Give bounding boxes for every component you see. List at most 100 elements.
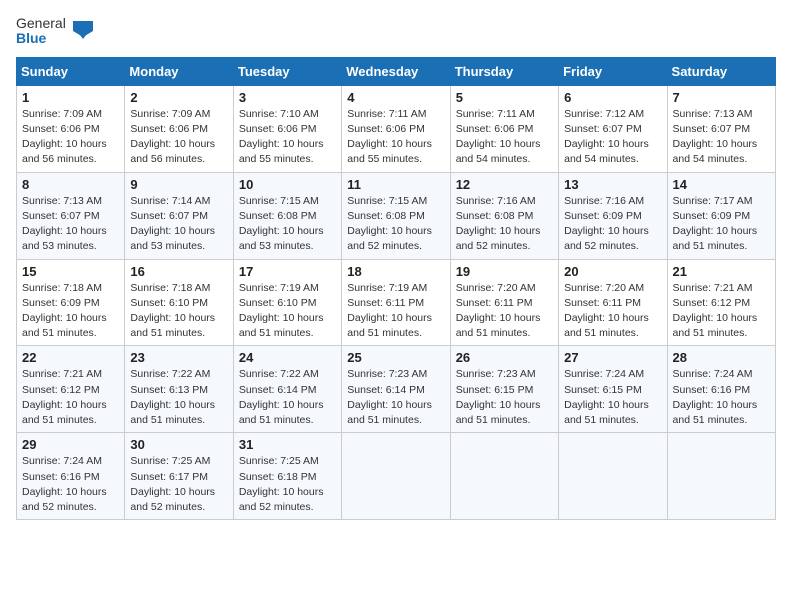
- calendar-cell: 27 Sunrise: 7:24 AM Sunset: 6:15 PM Dayl…: [559, 346, 667, 433]
- calendar-cell: 18 Sunrise: 7:19 AM Sunset: 6:11 PM Dayl…: [342, 259, 450, 346]
- day-number: 19: [456, 264, 553, 279]
- calendar-cell: 13 Sunrise: 7:16 AM Sunset: 6:09 PM Dayl…: [559, 172, 667, 259]
- day-number: 28: [673, 350, 770, 365]
- day-info: Sunrise: 7:14 AM Sunset: 6:07 PM Dayligh…: [130, 194, 227, 255]
- day-info: Sunrise: 7:22 AM Sunset: 6:13 PM Dayligh…: [130, 367, 227, 428]
- day-number: 17: [239, 264, 336, 279]
- day-number: 18: [347, 264, 444, 279]
- day-number: 25: [347, 350, 444, 365]
- day-info: Sunrise: 7:25 AM Sunset: 6:17 PM Dayligh…: [130, 454, 227, 515]
- calendar-cell: 4 Sunrise: 7:11 AM Sunset: 6:06 PM Dayli…: [342, 85, 450, 172]
- calendar-table: SundayMondayTuesdayWednesdayThursdayFrid…: [16, 57, 776, 520]
- day-number: 22: [22, 350, 119, 365]
- day-number: 26: [456, 350, 553, 365]
- day-number: 16: [130, 264, 227, 279]
- day-info: Sunrise: 7:16 AM Sunset: 6:08 PM Dayligh…: [456, 194, 553, 255]
- day-number: 1: [22, 90, 119, 105]
- day-number: 21: [673, 264, 770, 279]
- calendar-cell: 2 Sunrise: 7:09 AM Sunset: 6:06 PM Dayli…: [125, 85, 233, 172]
- day-info: Sunrise: 7:20 AM Sunset: 6:11 PM Dayligh…: [564, 281, 661, 342]
- day-number: 30: [130, 437, 227, 452]
- day-number: 10: [239, 177, 336, 192]
- day-number: 27: [564, 350, 661, 365]
- weekday-header-friday: Friday: [559, 57, 667, 85]
- day-info: Sunrise: 7:24 AM Sunset: 6:16 PM Dayligh…: [673, 367, 770, 428]
- calendar-cell: 19 Sunrise: 7:20 AM Sunset: 6:11 PM Dayl…: [450, 259, 558, 346]
- day-number: 31: [239, 437, 336, 452]
- calendar-cell: 29 Sunrise: 7:24 AM Sunset: 6:16 PM Dayl…: [17, 433, 125, 520]
- calendar-cell: 31 Sunrise: 7:25 AM Sunset: 6:18 PM Dayl…: [233, 433, 341, 520]
- calendar-cell: 9 Sunrise: 7:14 AM Sunset: 6:07 PM Dayli…: [125, 172, 233, 259]
- weekday-header-saturday: Saturday: [667, 57, 775, 85]
- calendar-cell: 21 Sunrise: 7:21 AM Sunset: 6:12 PM Dayl…: [667, 259, 775, 346]
- calendar-cell: [559, 433, 667, 520]
- day-number: 23: [130, 350, 227, 365]
- weekday-header-wednesday: Wednesday: [342, 57, 450, 85]
- calendar-cell: 10 Sunrise: 7:15 AM Sunset: 6:08 PM Dayl…: [233, 172, 341, 259]
- day-info: Sunrise: 7:09 AM Sunset: 6:06 PM Dayligh…: [130, 107, 227, 168]
- calendar-cell: 25 Sunrise: 7:23 AM Sunset: 6:14 PM Dayl…: [342, 346, 450, 433]
- day-info: Sunrise: 7:19 AM Sunset: 6:11 PM Dayligh…: [347, 281, 444, 342]
- day-info: Sunrise: 7:18 AM Sunset: 6:10 PM Dayligh…: [130, 281, 227, 342]
- day-number: 5: [456, 90, 553, 105]
- calendar-cell: 8 Sunrise: 7:13 AM Sunset: 6:07 PM Dayli…: [17, 172, 125, 259]
- calendar-cell: 7 Sunrise: 7:13 AM Sunset: 6:07 PM Dayli…: [667, 85, 775, 172]
- day-number: 8: [22, 177, 119, 192]
- day-number: 4: [347, 90, 444, 105]
- calendar-cell: 12 Sunrise: 7:16 AM Sunset: 6:08 PM Dayl…: [450, 172, 558, 259]
- day-info: Sunrise: 7:11 AM Sunset: 6:06 PM Dayligh…: [456, 107, 553, 168]
- day-info: Sunrise: 7:23 AM Sunset: 6:14 PM Dayligh…: [347, 367, 444, 428]
- day-info: Sunrise: 7:13 AM Sunset: 6:07 PM Dayligh…: [673, 107, 770, 168]
- weekday-header-sunday: Sunday: [17, 57, 125, 85]
- calendar-cell: 24 Sunrise: 7:22 AM Sunset: 6:14 PM Dayl…: [233, 346, 341, 433]
- logo-blue-text: Blue: [16, 31, 66, 46]
- calendar-cell: 16 Sunrise: 7:18 AM Sunset: 6:10 PM Dayl…: [125, 259, 233, 346]
- day-number: 15: [22, 264, 119, 279]
- day-info: Sunrise: 7:24 AM Sunset: 6:15 PM Dayligh…: [564, 367, 661, 428]
- calendar-cell: 23 Sunrise: 7:22 AM Sunset: 6:13 PM Dayl…: [125, 346, 233, 433]
- logo-arrow-icon: [73, 17, 93, 45]
- calendar-cell: 30 Sunrise: 7:25 AM Sunset: 6:17 PM Dayl…: [125, 433, 233, 520]
- day-number: 2: [130, 90, 227, 105]
- calendar-cell: 14 Sunrise: 7:17 AM Sunset: 6:09 PM Dayl…: [667, 172, 775, 259]
- calendar-cell: 20 Sunrise: 7:20 AM Sunset: 6:11 PM Dayl…: [559, 259, 667, 346]
- day-number: 7: [673, 90, 770, 105]
- day-info: Sunrise: 7:12 AM Sunset: 6:07 PM Dayligh…: [564, 107, 661, 168]
- day-info: Sunrise: 7:15 AM Sunset: 6:08 PM Dayligh…: [239, 194, 336, 255]
- logo-general-text: General: [16, 16, 66, 31]
- calendar-cell: 6 Sunrise: 7:12 AM Sunset: 6:07 PM Dayli…: [559, 85, 667, 172]
- day-number: 29: [22, 437, 119, 452]
- day-info: Sunrise: 7:21 AM Sunset: 6:12 PM Dayligh…: [22, 367, 119, 428]
- calendar-cell: 26 Sunrise: 7:23 AM Sunset: 6:15 PM Dayl…: [450, 346, 558, 433]
- day-info: Sunrise: 7:09 AM Sunset: 6:06 PM Dayligh…: [22, 107, 119, 168]
- calendar-cell: [450, 433, 558, 520]
- calendar-cell: 15 Sunrise: 7:18 AM Sunset: 6:09 PM Dayl…: [17, 259, 125, 346]
- day-number: 14: [673, 177, 770, 192]
- day-info: Sunrise: 7:16 AM Sunset: 6:09 PM Dayligh…: [564, 194, 661, 255]
- weekday-header-thursday: Thursday: [450, 57, 558, 85]
- day-info: Sunrise: 7:15 AM Sunset: 6:08 PM Dayligh…: [347, 194, 444, 255]
- day-number: 3: [239, 90, 336, 105]
- calendar-cell: 17 Sunrise: 7:19 AM Sunset: 6:10 PM Dayl…: [233, 259, 341, 346]
- calendar-cell: 28 Sunrise: 7:24 AM Sunset: 6:16 PM Dayl…: [667, 346, 775, 433]
- calendar-cell: 22 Sunrise: 7:21 AM Sunset: 6:12 PM Dayl…: [17, 346, 125, 433]
- day-number: 12: [456, 177, 553, 192]
- day-number: 11: [347, 177, 444, 192]
- day-info: Sunrise: 7:13 AM Sunset: 6:07 PM Dayligh…: [22, 194, 119, 255]
- calendar-cell: 3 Sunrise: 7:10 AM Sunset: 6:06 PM Dayli…: [233, 85, 341, 172]
- day-info: Sunrise: 7:18 AM Sunset: 6:09 PM Dayligh…: [22, 281, 119, 342]
- day-info: Sunrise: 7:11 AM Sunset: 6:06 PM Dayligh…: [347, 107, 444, 168]
- weekday-header-tuesday: Tuesday: [233, 57, 341, 85]
- day-number: 9: [130, 177, 227, 192]
- day-info: Sunrise: 7:19 AM Sunset: 6:10 PM Dayligh…: [239, 281, 336, 342]
- day-number: 6: [564, 90, 661, 105]
- day-info: Sunrise: 7:24 AM Sunset: 6:16 PM Dayligh…: [22, 454, 119, 515]
- calendar-cell: 1 Sunrise: 7:09 AM Sunset: 6:06 PM Dayli…: [17, 85, 125, 172]
- day-number: 13: [564, 177, 661, 192]
- day-info: Sunrise: 7:23 AM Sunset: 6:15 PM Dayligh…: [456, 367, 553, 428]
- day-number: 20: [564, 264, 661, 279]
- calendar-cell: 11 Sunrise: 7:15 AM Sunset: 6:08 PM Dayl…: [342, 172, 450, 259]
- page-header: General Blue: [16, 16, 776, 47]
- day-number: 24: [239, 350, 336, 365]
- day-info: Sunrise: 7:10 AM Sunset: 6:06 PM Dayligh…: [239, 107, 336, 168]
